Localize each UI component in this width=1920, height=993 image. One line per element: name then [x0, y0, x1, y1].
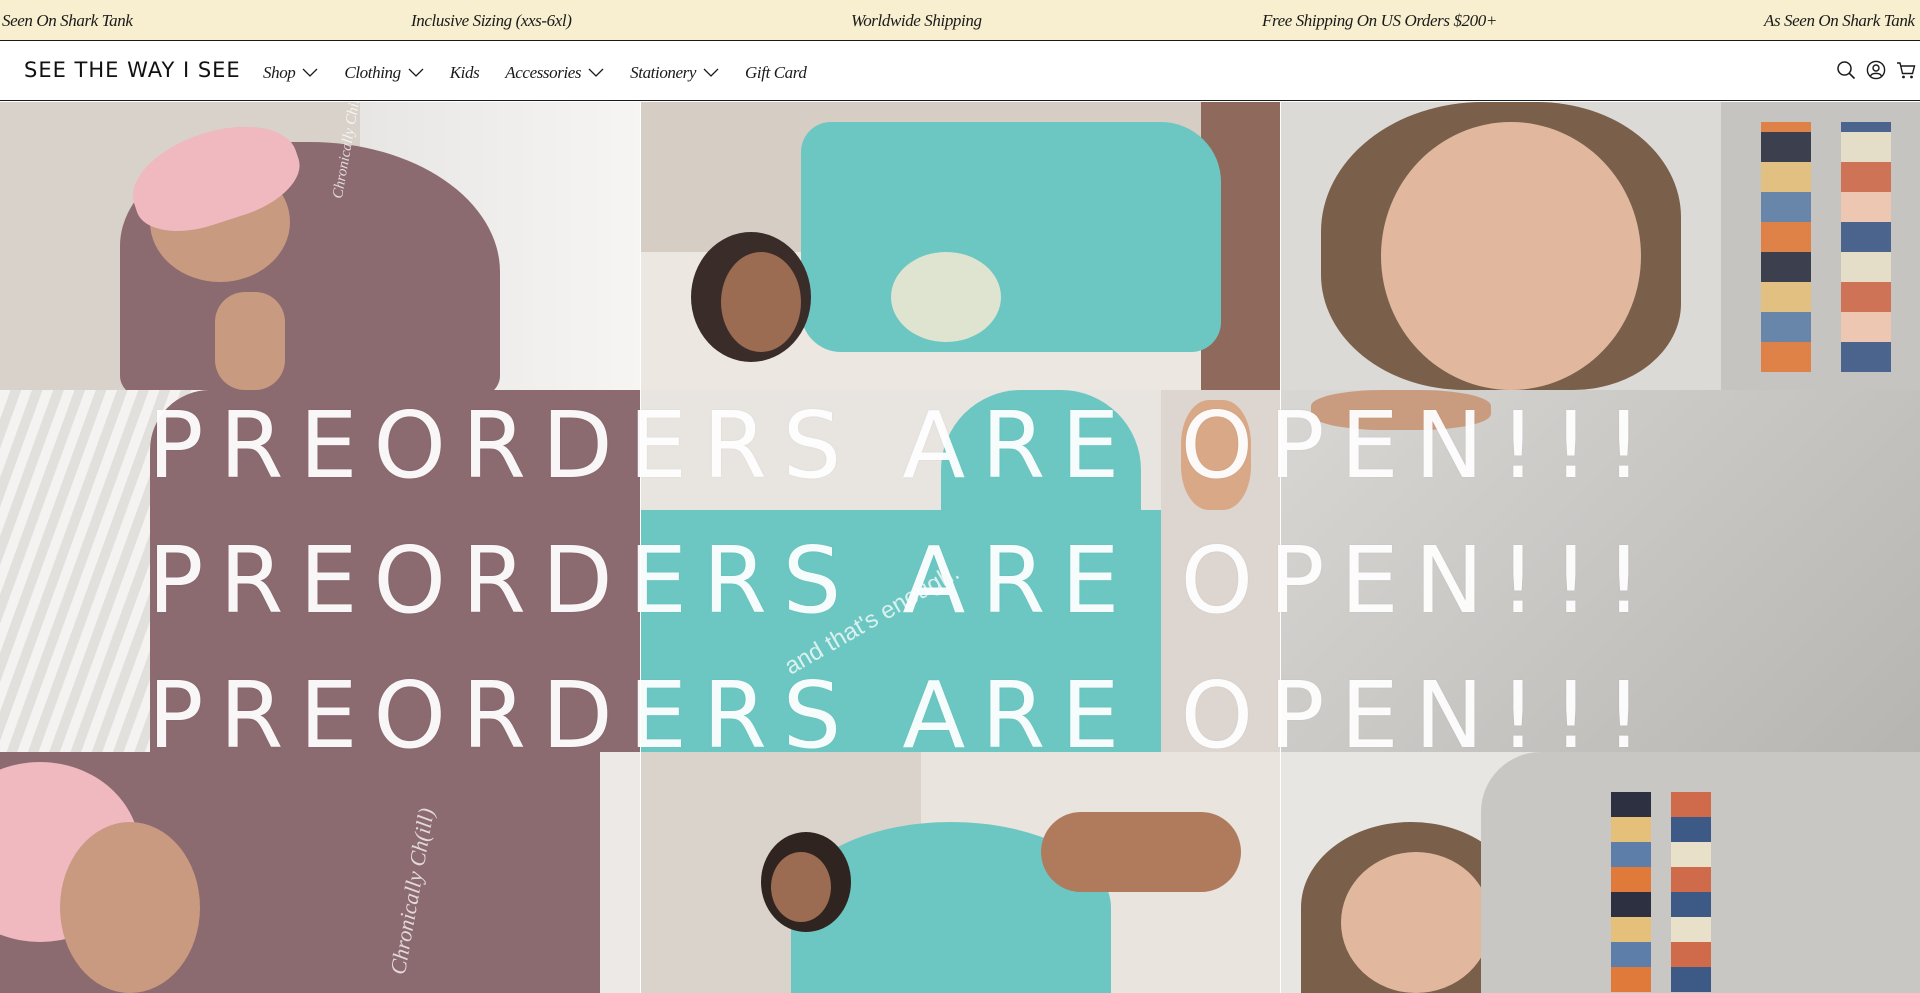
nav-item-label: Stationery: [630, 63, 697, 82]
hero-banner[interactable]: Chronically Chill and that's enough. Chr…: [0, 102, 1920, 993]
main-nav: Shop Clothing Kids Accessories Stationer…: [263, 61, 832, 85]
header-icons: [1836, 60, 1916, 80]
hero-photo-mauve-sleeve: [0, 390, 640, 752]
announcement-bar: Seen On Shark Tank Inclusive Sizing (xxs…: [0, 0, 1920, 41]
hero-photo-grey-sweatshirt: [1281, 102, 1920, 390]
site-logo[interactable]: SEE THE WAY I SEE: [24, 58, 241, 82]
search-icon[interactable]: [1836, 60, 1856, 80]
chevron-down-icon: [588, 68, 604, 77]
cart-icon[interactable]: [1896, 60, 1916, 80]
hero-photo-mauve-hoodie: [0, 102, 640, 390]
nav-item-label: Shop: [263, 63, 296, 82]
chevron-down-icon: [408, 68, 424, 77]
hero-photo-grey-sweatshirt-2: [1281, 752, 1920, 993]
hero-photo-teal-set: [641, 102, 1280, 390]
nav-item-stationery[interactable]: Stationery: [630, 61, 719, 85]
nav-item-kids[interactable]: Kids: [450, 61, 480, 85]
announcement-item: Free Shipping On US Orders $200+: [1262, 11, 1497, 30]
site-header: SEE THE WAY I SEE Shop Clothing Kids Acc…: [0, 41, 1920, 101]
nav-item-accessories[interactable]: Accessories: [505, 61, 604, 85]
chevron-down-icon: [302, 68, 318, 77]
hero-photo-teal-pants: [641, 390, 1280, 752]
hero-photo-grey-pants: [1281, 390, 1920, 752]
hero-photo-teal-sweatshirt: [641, 752, 1280, 993]
nav-item-label: Accessories: [505, 63, 582, 82]
account-icon[interactable]: [1866, 60, 1886, 80]
announcement-item: As Seen On Shark Tank: [1764, 11, 1915, 30]
nav-item-label: Gift Card: [745, 63, 807, 82]
nav-item-label: Clothing: [344, 63, 401, 82]
nav-item-shop[interactable]: Shop: [263, 61, 318, 85]
nav-item-label: Kids: [449, 63, 480, 82]
announcement-item: Inclusive Sizing (xxs-6xl): [411, 11, 572, 30]
nav-item-gift-card[interactable]: Gift Card: [745, 61, 807, 85]
chevron-down-icon: [703, 68, 719, 77]
nav-item-clothing[interactable]: Clothing: [344, 61, 424, 85]
announcement-item: Worldwide Shipping: [851, 11, 982, 30]
announcement-item: Seen On Shark Tank: [2, 11, 133, 30]
hero-photo-mauve-hoodie-2: [0, 752, 640, 993]
